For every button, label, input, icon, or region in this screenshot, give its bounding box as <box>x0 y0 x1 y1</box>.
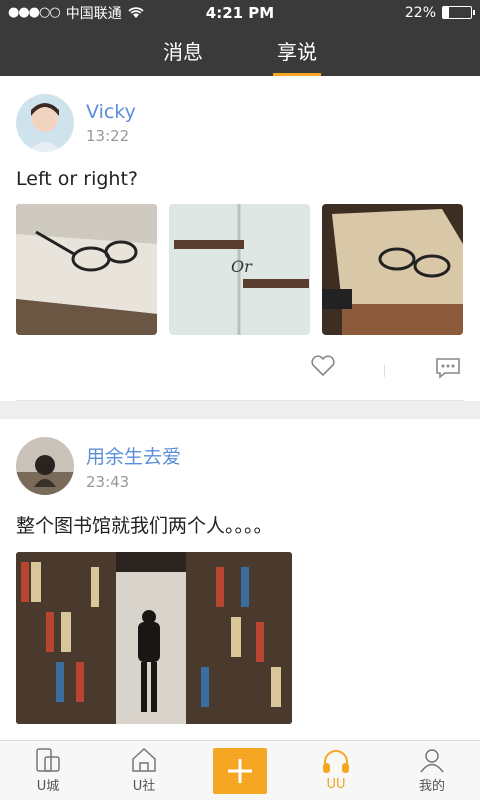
avatar[interactable] <box>16 437 74 495</box>
post-gap <box>0 401 480 419</box>
post-username[interactable]: 用余生去爱 <box>86 442 181 469</box>
header-tabs: 消息 享说 <box>0 25 480 76</box>
post-image-glasses-desk[interactable] <box>322 204 463 335</box>
clock: 4:21 PM <box>205 4 275 22</box>
post-username[interactable]: Vicky <box>86 101 136 123</box>
bottom-tab-label: 我的 <box>418 779 445 794</box>
post-text: 整个图书馆就我们两个人。。。。 <box>16 515 273 537</box>
top-bar: ●●●○○ 中国联通 4:21 PM 22% 消息 享说 <box>0 0 480 76</box>
post-time: 13:22 <box>86 127 130 145</box>
comment-icon[interactable] <box>434 357 462 379</box>
post-image-or-door[interactable]: Or <box>169 204 310 335</box>
phone-app-icon <box>36 748 60 772</box>
post-time: 23:43 <box>86 472 130 491</box>
bottom-tab-mine[interactable]: 我的 <box>384 741 480 800</box>
bottom-tab-ushe[interactable]: U社 <box>96 741 192 800</box>
post-card: Vicky 13:22 Left or right? Or <box>0 76 480 401</box>
divider <box>384 365 385 377</box>
post-card: 用余生去爱 23:43 整个图书馆就我们两个人。。。。 <box>0 419 480 740</box>
post-image-library[interactable] <box>16 552 292 724</box>
battery-icon <box>442 6 475 19</box>
post-image-glasses-book[interactable] <box>16 204 157 335</box>
heart-icon[interactable] <box>310 355 336 377</box>
add-post-button[interactable] <box>192 741 288 800</box>
tab-messages[interactable]: 消息 <box>161 28 205 73</box>
bottom-tab-label: UU <box>326 777 346 792</box>
status-bar: ●●●○○ 中国联通 4:21 PM 22% <box>0 0 480 25</box>
plus-icon <box>213 747 267 794</box>
post-text: Left or right? <box>16 168 138 190</box>
bottom-tab-bar: U城 U社 UU 我的 <box>0 740 480 800</box>
bottom-tab-uu[interactable]: UU <box>288 741 384 800</box>
bottom-tab-ucheng[interactable]: U城 <box>0 741 96 800</box>
feed[interactable]: Vicky 13:22 Left or right? Or 用余生去爱 23:4… <box>0 76 480 740</box>
tab-share[interactable]: 享说 <box>273 28 321 76</box>
bottom-tab-label: U社 <box>132 779 156 794</box>
svg-text:Or: Or <box>231 257 253 276</box>
avatar[interactable] <box>16 94 74 152</box>
user-icon <box>420 749 444 773</box>
house-icon <box>132 747 156 772</box>
bottom-tab-label: U城 <box>36 779 60 794</box>
headphones-icon <box>323 750 349 773</box>
